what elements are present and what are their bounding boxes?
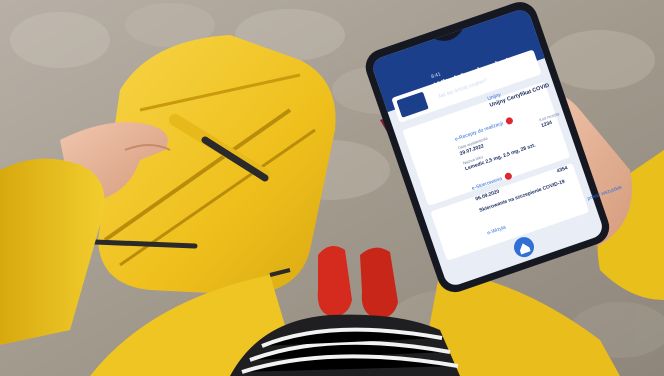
travel-photo <box>0 0 664 376</box>
photo-scene: 8:41 Witaj Agnieszka! Jak się dzisiaj cz… <box>0 0 664 376</box>
